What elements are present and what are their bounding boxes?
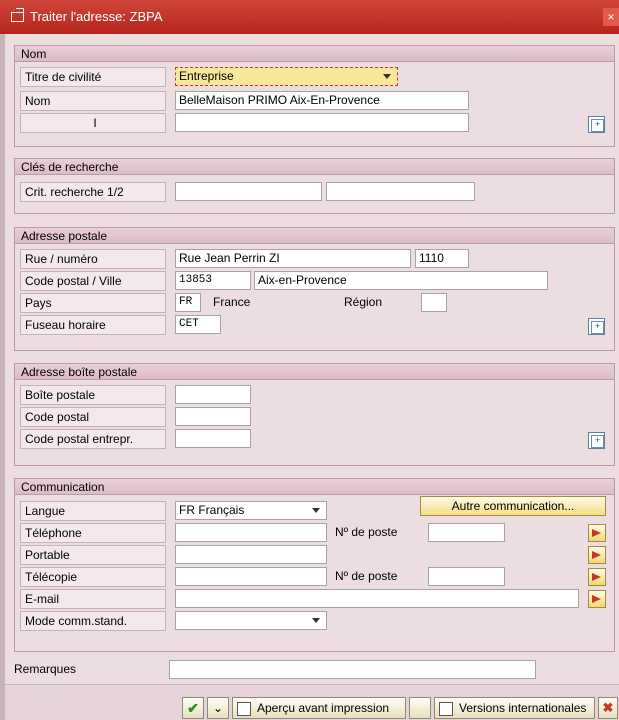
langue-dropdown[interactable]: FR Français: [175, 501, 327, 520]
window-icon: [11, 8, 24, 22]
tel-input[interactable]: [175, 523, 327, 542]
group-adresse: Adresse postale Rue / numéro Rue Jean Pe…: [14, 227, 615, 351]
rue-input[interactable]: Rue Jean Perrin ZI: [175, 249, 411, 268]
group-communication: Communication Langue FR Français Autre c…: [14, 478, 615, 652]
tel-label: Téléphone: [20, 523, 166, 543]
portable-label: Portable: [20, 545, 166, 565]
dialog-content: Nom Titre de civilité Entreprise Nom Bel…: [0, 34, 619, 720]
telecopie-poste-input[interactable]: [428, 567, 505, 586]
fuseau-label: Fuseau horaire: [20, 315, 166, 335]
pays-name: France: [213, 295, 251, 309]
group-heading: Adresse postale: [15, 228, 614, 244]
boite-label: Boîte postale: [20, 385, 166, 405]
arrow-right-icon: [592, 551, 601, 559]
remarques-input[interactable]: [169, 660, 536, 679]
cpe-label: Code postal entrepr.: [20, 429, 166, 449]
tel-poste-label: Nº de poste: [335, 525, 398, 539]
window-title: Traiter l'adresse: ZBPA: [30, 9, 163, 24]
titre-dropdown[interactable]: Entreprise: [175, 67, 398, 86]
text-cursor-icon: I: [20, 113, 166, 133]
numero-input[interactable]: 1110: [415, 249, 469, 268]
email-more-button[interactable]: [588, 590, 606, 608]
intl-versions-label: Versions internationales: [459, 701, 587, 715]
email-input[interactable]: [175, 589, 579, 608]
telecopie-poste-label: Nº de poste: [335, 569, 398, 583]
translate-icon[interactable]: [409, 697, 431, 719]
region-input[interactable]: [421, 293, 447, 312]
expand-icon[interactable]: [588, 432, 605, 449]
region-label: Région: [344, 295, 383, 309]
portable-input[interactable]: [175, 545, 327, 564]
bottom-toolbar: ✔ ⌄ Aperçu avant impression Versions int…: [5, 684, 619, 720]
group-heading: Communication: [15, 479, 614, 495]
crit2-input[interactable]: [326, 182, 475, 201]
cancel-icon[interactable]: ✖: [598, 697, 618, 719]
cpe-input[interactable]: [175, 429, 251, 448]
portable-more-button[interactable]: [588, 546, 606, 564]
nom-label: Nom: [20, 91, 166, 111]
arrow-right-icon: [592, 529, 601, 537]
langue-label: Langue: [20, 501, 166, 521]
title-bar: Traiter l'adresse: ZBPA ×: [0, 0, 619, 34]
rue-label: Rue / numéro: [20, 249, 166, 269]
group-boite: Adresse boîte postale Boîte postale Code…: [14, 363, 615, 466]
intl-versions-button[interactable]: Versions internationales: [434, 697, 595, 719]
email-label: E-mail: [20, 589, 166, 609]
group-recherche: Clés de recherche Crit. recherche 1/2: [14, 158, 615, 214]
close-icon[interactable]: ×: [603, 8, 619, 26]
mode-label: Mode comm.stand.: [20, 611, 166, 631]
chevron-down-icon[interactable]: [312, 508, 320, 513]
group-heading: Clés de recherche: [15, 159, 614, 175]
cp-label: Code postal / Ville: [20, 271, 166, 291]
titre-label: Titre de civilité: [20, 67, 166, 87]
ville-input[interactable]: Aix-en-Provence: [254, 271, 548, 290]
tel-poste-input[interactable]: [428, 523, 505, 542]
nom-input[interactable]: BelleMaison PRIMO Aix-En-Provence: [175, 91, 469, 110]
check-icon[interactable]: ✔: [182, 697, 204, 719]
group-heading: Adresse boîte postale: [15, 364, 614, 380]
arrow-right-icon: [592, 573, 601, 581]
print-preview-button[interactable]: Aperçu avant impression: [232, 697, 406, 719]
nom2-input[interactable]: [175, 113, 469, 132]
telecopie-input[interactable]: [175, 567, 327, 586]
titre-value: Entreprise: [179, 69, 234, 83]
expand-icon[interactable]: [588, 116, 605, 133]
langue-value: FR Français: [179, 503, 245, 517]
pays-label: Pays: [20, 293, 166, 313]
print-preview-label: Aperçu avant impression: [257, 701, 390, 715]
mode-dropdown[interactable]: [175, 611, 327, 630]
autre-communication-button[interactable]: Autre communication...: [420, 496, 606, 516]
print-icon: [237, 701, 251, 716]
crit1-input[interactable]: [175, 182, 322, 201]
copy-icon: [439, 701, 453, 716]
arrow-right-icon: [592, 595, 601, 603]
chevron-down-icon[interactable]: [383, 74, 391, 79]
telecopie-label: Télécopie: [20, 567, 166, 587]
telecopie-more-button[interactable]: [588, 568, 606, 586]
chevron-down-icon[interactable]: [312, 618, 320, 623]
group-nom: Nom Titre de civilité Entreprise Nom Bel…: [14, 45, 615, 147]
chevron-down-double-icon[interactable]: ⌄: [207, 697, 229, 719]
crit-label: Crit. recherche 1/2: [20, 182, 166, 202]
fuseau-input[interactable]: CET: [175, 315, 221, 334]
boite-cp-input[interactable]: [175, 407, 251, 426]
pays-input[interactable]: FR: [175, 293, 201, 312]
tel-more-button[interactable]: [588, 524, 606, 542]
cp-input[interactable]: 13853: [175, 271, 251, 290]
remarques-label: Remarques: [14, 662, 77, 676]
boite-cp-label: Code postal: [20, 407, 166, 427]
boite-input[interactable]: [175, 385, 251, 404]
expand-icon[interactable]: [588, 318, 605, 335]
group-heading: Nom: [15, 46, 614, 62]
